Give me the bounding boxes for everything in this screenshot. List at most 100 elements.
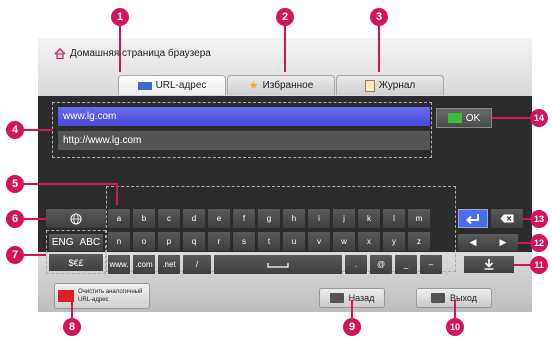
key-w[interactable]: w xyxy=(333,232,355,251)
key-l[interactable]: l xyxy=(383,209,405,228)
callout-9: 9 xyxy=(343,318,361,336)
key-sym3[interactable]: – xyxy=(420,255,442,274)
home-label: Домашняя страница браузера xyxy=(70,48,211,59)
lang-eng-label: ENG xyxy=(51,237,74,248)
url-icon xyxy=(137,81,152,90)
enter-icon xyxy=(466,213,479,224)
key-e[interactable]: e xyxy=(208,209,230,228)
home-icon xyxy=(54,48,66,59)
key-o[interactable]: o xyxy=(133,232,155,251)
key-a[interactable]: a xyxy=(108,209,130,228)
tab-journal-label: Журнал xyxy=(378,80,416,91)
callout-line-3 xyxy=(378,18,380,72)
clear-label-line2: URL-адрес xyxy=(78,297,109,303)
callout-12: 12 xyxy=(530,234,548,252)
key-sym0[interactable]: . xyxy=(345,255,367,274)
cursor-left-key[interactable]: ◀ xyxy=(458,234,488,251)
url-input[interactable]: www.lg.com xyxy=(58,107,430,126)
exit-icon xyxy=(431,293,446,303)
space-icon xyxy=(267,262,289,268)
journal-icon xyxy=(364,79,375,92)
callout-13: 13 xyxy=(530,210,548,228)
callout-11: 11 xyxy=(530,256,548,274)
clear-label: Очистить аналогичный URL-адрес xyxy=(78,288,142,304)
key-i[interactable]: i xyxy=(308,209,330,228)
key-com[interactable]: .com xyxy=(133,255,155,274)
key-www[interactable]: www. xyxy=(108,255,130,274)
hide-keyboard-key[interactable] xyxy=(464,256,514,273)
callout-line-6 xyxy=(22,218,46,220)
key-h[interactable]: h xyxy=(283,209,305,228)
backspace-key[interactable] xyxy=(491,209,523,228)
language-globe-button[interactable] xyxy=(46,209,106,228)
callout-8: 8 xyxy=(63,318,81,336)
callout-10: 10 xyxy=(446,318,464,336)
currency-key[interactable]: $€£ xyxy=(49,254,103,271)
callout-2: 2 xyxy=(276,8,294,26)
download-arrow-icon xyxy=(484,259,494,270)
callout-line-7 xyxy=(22,254,46,256)
backspace-icon xyxy=(500,214,514,223)
key-u[interactable]: u xyxy=(283,232,305,251)
key-sym1[interactable]: @ xyxy=(370,255,392,274)
key-y[interactable]: y xyxy=(383,232,405,251)
tab-url-label: URL-адрес xyxy=(155,80,207,91)
key-c[interactable]: c xyxy=(158,209,180,228)
key-net[interactable]: .net xyxy=(158,255,180,274)
tab-journal[interactable]: Журнал xyxy=(336,75,444,95)
key-m[interactable]: m xyxy=(408,209,430,228)
callout-6: 6 xyxy=(6,210,24,228)
key-b[interactable]: b xyxy=(133,209,155,228)
enter-key[interactable] xyxy=(458,209,488,228)
lang-abc-label: ABC xyxy=(79,237,101,248)
callout-line-4 xyxy=(22,129,52,131)
key-n[interactable]: n xyxy=(108,232,130,251)
space-key[interactable] xyxy=(214,255,342,274)
key-p[interactable]: p xyxy=(158,232,180,251)
ok-button[interactable]: OK xyxy=(436,108,492,128)
arrow-right-icon: ▶ xyxy=(499,237,507,247)
key-j[interactable]: j xyxy=(333,209,355,228)
callout-line-9 xyxy=(351,300,353,318)
callout-line-5 xyxy=(22,183,118,185)
callout-4: 4 xyxy=(6,121,24,139)
callout-line-2 xyxy=(284,18,286,72)
key-z[interactable]: z xyxy=(408,232,430,251)
key-g[interactable]: g xyxy=(258,209,280,228)
clear-similar-url-button[interactable]: Очистить аналогичный URL-адрес xyxy=(54,283,150,309)
callout-7: 7 xyxy=(6,246,24,264)
key-v[interactable]: v xyxy=(308,232,330,251)
url-suggestion[interactable]: http://www.lg.com xyxy=(58,131,430,150)
key-sym3[interactable]: / xyxy=(183,255,211,274)
tab-favorites[interactable]: ★ Избранное xyxy=(227,75,335,95)
back-icon xyxy=(329,293,344,303)
key-sym2[interactable]: _ xyxy=(395,255,417,274)
callout-5: 5 xyxy=(6,175,24,193)
callout-line-10 xyxy=(454,300,456,318)
callout-3: 3 xyxy=(370,8,388,26)
ok-label: OK xyxy=(465,112,481,124)
key-x[interactable]: x xyxy=(358,232,380,251)
key-r[interactable]: r xyxy=(208,232,230,251)
key-f[interactable]: f xyxy=(233,209,255,228)
key-d[interactable]: d xyxy=(183,209,205,228)
arrow-left-icon: ◀ xyxy=(469,237,477,247)
home-page-link[interactable]: Домашняя страница браузера xyxy=(54,48,211,59)
callout-14: 14 xyxy=(530,109,548,127)
ok-green-icon xyxy=(447,113,462,123)
key-t[interactable]: t xyxy=(258,232,280,251)
star-icon: ★ xyxy=(248,80,259,92)
clear-label-line1: Очистить аналогичный xyxy=(78,289,143,295)
tab-favorites-label: Избранное xyxy=(262,80,314,91)
globe-icon xyxy=(70,213,82,224)
callout-1: 1 xyxy=(111,8,129,26)
key-q[interactable]: q xyxy=(183,232,205,251)
key-s[interactable]: s xyxy=(233,232,255,251)
key-k[interactable]: k xyxy=(358,209,380,228)
callout-line-5b xyxy=(116,183,118,205)
cursor-right-key[interactable]: ▶ xyxy=(488,234,518,251)
callout-line-1 xyxy=(119,18,121,72)
lang-switch-button[interactable]: ENG ABC xyxy=(49,234,103,251)
tab-url[interactable]: URL-адрес xyxy=(118,75,226,95)
callout-line-8 xyxy=(71,300,73,318)
